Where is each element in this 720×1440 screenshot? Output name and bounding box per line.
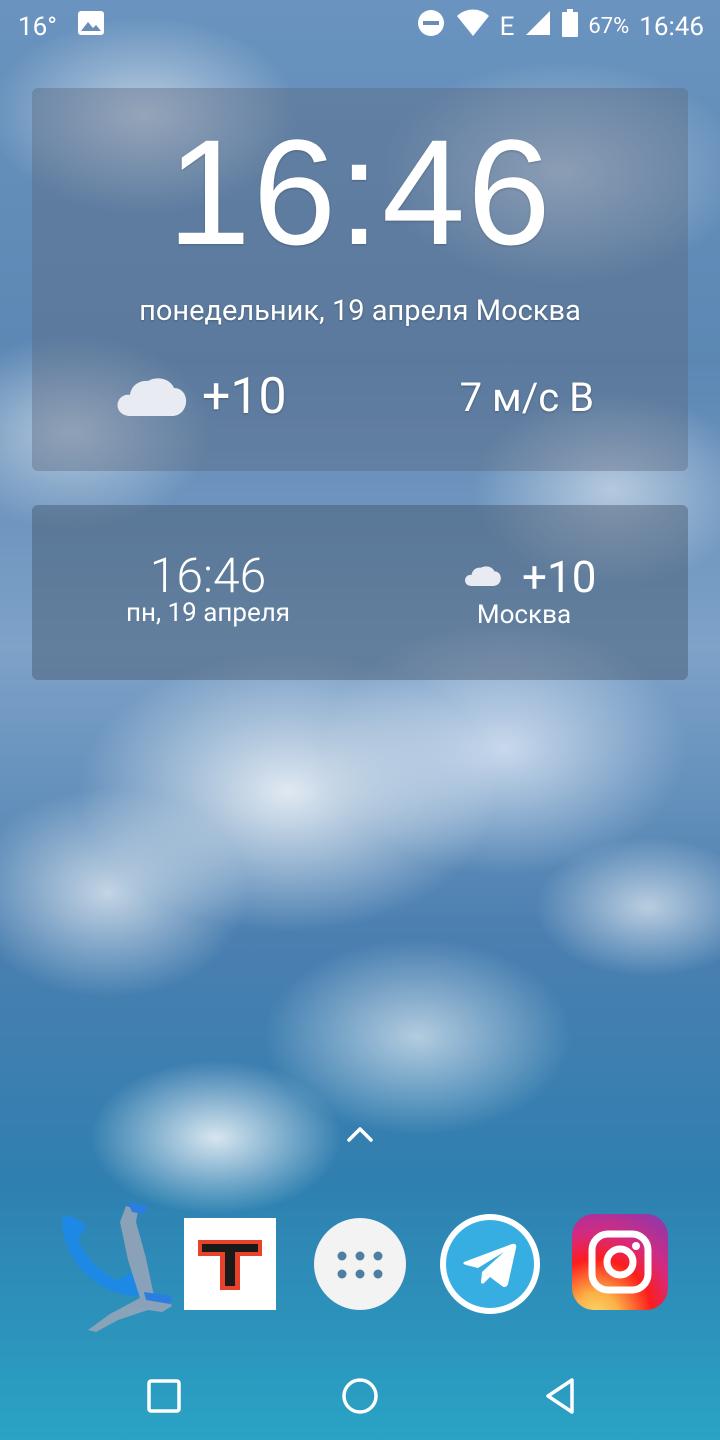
do-not-disturb-icon [416,8,446,45]
small-temperature: +10 [522,551,597,603]
telegram-app-icon[interactable] [438,1212,542,1316]
network-type: E [499,11,515,42]
large-clock-time[interactable]: 16:46 [32,106,688,279]
small-city: Москва [476,600,572,630]
status-bar-left: 16° [18,10,105,43]
clock-weather-widget-small[interactable]: 16:46 пн, 19 апреля +10 Москва [32,505,688,680]
back-button[interactable] [530,1368,590,1428]
status-bar: 16° E 67% 16:46 [0,0,720,50]
triangle-back-icon [542,1376,578,1420]
recent-apps-button[interactable] [134,1368,194,1428]
app-drawer-icon[interactable] [314,1218,406,1310]
instagram-app-icon[interactable] [572,1214,668,1310]
large-date-city: понедельник, 19 апреля Москва [139,294,581,328]
phone-app-icon[interactable] [48,1200,172,1332]
small-clock-time[interactable]: 16:46 [108,547,308,604]
chevron-up-icon[interactable] [346,1124,374,1148]
large-wind: 7 м/с В [459,374,594,421]
app-dock [0,1200,720,1332]
navigation-bar [0,1350,720,1440]
wifi-icon [456,9,490,44]
battery-icon [562,9,579,44]
circle-icon [340,1376,380,1420]
status-bar-right: E 67% 16:46 [416,8,704,45]
signal-icon [524,9,552,44]
image-icon [77,10,105,43]
home-button[interactable] [330,1368,390,1428]
battery-percent: 67% [588,14,630,39]
clock-weather-widget-large[interactable]: 16:46 понедельник, 19 апреля Москва +10 … [32,88,688,471]
square-icon [146,1378,182,1418]
large-temperature: +10 [202,368,287,426]
cloud-icon [116,372,188,422]
large-weather[interactable]: +10 [116,368,287,426]
t-news-app-icon[interactable] [184,1218,276,1310]
status-temperature: 16° [18,11,57,42]
small-weather[interactable]: +10 [464,551,596,603]
cloud-icon [464,563,502,591]
small-date: пн, 19 апреля [125,598,291,628]
status-time: 16:46 [639,11,704,42]
